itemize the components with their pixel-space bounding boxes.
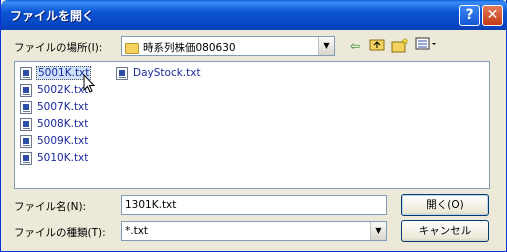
filetype-value: *.txt [125, 225, 149, 237]
text-file-icon [20, 152, 32, 165]
chevron-down-icon[interactable]: ▼ [370, 222, 386, 240]
text-file-icon [20, 84, 32, 97]
text-file-icon [20, 67, 32, 80]
text-file-icon [116, 67, 128, 80]
open-button[interactable]: 開く(O) [401, 194, 489, 216]
open-file-dialog: ファイルを開く ? ✕ ファイルの場所(I): 時系列株価080630 ▼ ⇦ … [0, 0, 507, 252]
look-in-value-wrap: 時系列株価080630 [125, 40, 236, 55]
text-file-icon [20, 135, 32, 148]
file-name: DayStock.txt [133, 67, 201, 79]
file-name: 5010K.txt [37, 152, 89, 164]
text-file-icon [20, 101, 32, 114]
close-button[interactable]: ✕ [482, 5, 503, 26]
back-icon[interactable]: ⇦ [346, 37, 364, 55]
mouse-cursor-icon [83, 74, 96, 93]
file-name: 5009K.txt [37, 135, 89, 147]
filetype-combo[interactable]: *.txt ▼ [121, 221, 387, 241]
filetype-label: ファイルの種類(T): [14, 227, 106, 239]
window-title: ファイルを開く [10, 9, 95, 23]
title-bar: ファイルを開く ? ✕ [1, 0, 507, 30]
look-in-value: 時系列株価080630 [143, 42, 236, 54]
up-folder-icon[interactable] [368, 37, 386, 55]
view-menu-icon[interactable] [414, 37, 438, 55]
file-name: 5008K.txt [37, 118, 89, 130]
cancel-button[interactable]: キャンセル [401, 220, 489, 242]
help-button[interactable]: ? [459, 5, 480, 26]
file-name: 5007K.txt [37, 101, 89, 113]
chevron-down-icon[interactable]: ▼ [318, 37, 334, 55]
folder-icon [125, 42, 139, 54]
filename-input[interactable]: 1301K.txt [121, 195, 387, 215]
look-in-combo[interactable]: 時系列株価080630 ▼ [121, 36, 335, 56]
filename-label: ファイル名(N): [14, 201, 87, 213]
new-folder-icon[interactable] [391, 37, 409, 55]
filename-value: 1301K.txt [125, 199, 177, 211]
text-file-icon [20, 118, 32, 131]
file-name: 5002K.txt [37, 84, 89, 96]
look-in-label: ファイルの場所(I): [14, 42, 103, 54]
